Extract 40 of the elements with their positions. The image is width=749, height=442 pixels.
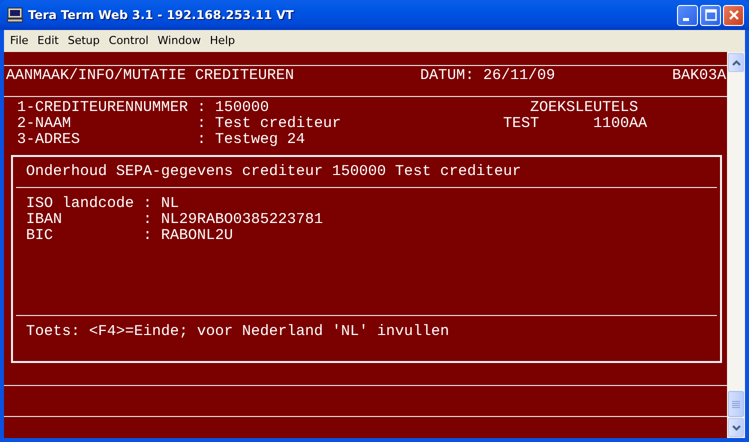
minimize-button[interactable] [677,4,698,26]
window-title: Tera Term Web 3.1 - 192.168.253.11 VT [28,8,295,22]
key-hint: Toets: <F4>=Einde; voor Nederland 'NL' invullen [25,324,450,340]
field-label: 3-ADRES [17,132,82,148]
close-button[interactable] [723,4,744,26]
field-value: : NL [143,196,180,212]
field-label: 2-NAAM [17,116,72,132]
vertical-scrollbar[interactable] [727,52,745,438]
dialog-title: Onderhoud SEPA-gegevens crediteur 150000 Test crediteur [25,164,522,180]
field-value: : Test crediteur [197,116,342,132]
field-value: : NL29RABO0385223781 [143,212,324,228]
search-keys-heading: ZOEKSLEUTELS [530,100,638,116]
terminal-icon [7,7,23,23]
menu-item[interactable]: Help [206,34,240,46]
maximize-icon [704,9,716,21]
close-icon [728,9,740,21]
search-key-value: 1100AA [593,116,648,132]
maximize-button[interactable] [700,4,721,26]
minimize-icon [683,18,689,20]
menu-item[interactable]: Window [154,34,206,46]
grip-icon [732,400,740,408]
menu-item[interactable]: File [6,34,34,46]
screen-title: AANMAAK/INFO/MUTATIE CREDITEUREN [6,68,296,84]
screen-code: BAK03A [672,68,726,84]
field-label: IBAN [26,212,64,228]
menu-item[interactable]: Setup [64,34,105,46]
search-key-value: TEST [503,116,540,132]
menu-item[interactable]: Edit [33,34,64,46]
date-value: 26/11/09 [483,67,556,84]
field-label: ISO landcode [26,196,136,212]
scroll-thumb[interactable] [728,391,744,417]
field-label: 1-CREDITEURENNUMMER [17,100,190,116]
date-label: DATUM: [420,67,474,84]
field-value: : 150000 [197,100,270,116]
scroll-up-button[interactable] [728,53,744,72]
field-label: BIC [26,228,54,244]
field-value: : RABONL2U [143,228,234,244]
menu-item[interactable]: Control [104,34,154,46]
field-value: : Testweg 24 [197,132,306,148]
scroll-down-button[interactable] [728,418,744,437]
